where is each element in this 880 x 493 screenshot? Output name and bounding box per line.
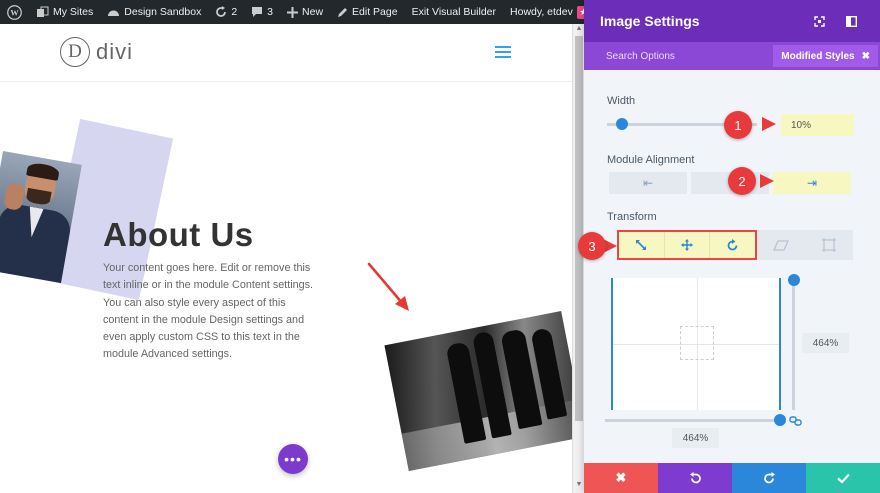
discard-button[interactable]: ✖ — [584, 463, 658, 493]
logo-wordmark: divi — [96, 39, 134, 64]
street-image[interactable] — [384, 311, 572, 471]
exit-builder-label: Exit Visual Builder — [411, 6, 497, 18]
red-arrow-annotation — [367, 262, 409, 311]
width-slider-knob[interactable] — [616, 118, 628, 130]
redo-button[interactable] — [732, 463, 806, 493]
transform-label: Transform — [607, 211, 657, 223]
pencil-icon — [338, 7, 348, 17]
check-icon — [836, 473, 850, 484]
panel-subheader: Search Options Modified Styles ✖ — [584, 42, 880, 70]
logo-mark: D — [60, 37, 90, 67]
scale-icon — [636, 240, 647, 250]
modified-styles-filter[interactable]: Modified Styles ✖ — [773, 45, 878, 67]
callout-2-tail — [760, 174, 774, 188]
new-label: New — [302, 6, 324, 18]
svg-text:W: W — [10, 8, 19, 17]
close-icon[interactable]: ✖ — [862, 51, 870, 62]
site-name-menu[interactable]: Design Sandbox — [100, 0, 208, 24]
site-name-label: Design Sandbox — [124, 6, 202, 18]
dashboard-icon — [108, 10, 120, 16]
modified-styles-label: Modified Styles — [781, 50, 855, 62]
page-content: About Us Your content goes here. Edit or… — [0, 82, 572, 493]
expand-icon — [813, 15, 825, 27]
scrollbar-thumb[interactable] — [575, 36, 583, 421]
avatar: ★ — [576, 5, 584, 19]
updates-menu[interactable]: 2 — [208, 0, 244, 24]
scale-y-knob[interactable] — [788, 274, 800, 286]
rotate-icon — [727, 238, 738, 250]
comment-icon — [252, 7, 263, 17]
move-icon — [681, 239, 693, 251]
skew-tab[interactable] — [757, 230, 805, 260]
align-left-icon: ⇤ — [642, 176, 654, 190]
scale-x-slider[interactable] — [605, 419, 780, 422]
align-right-icon: ⇥ — [806, 176, 818, 190]
scale-tab[interactable] — [619, 232, 665, 258]
dock-panel-button[interactable] — [838, 8, 864, 34]
hamburger-menu-icon[interactable] — [495, 46, 511, 58]
redo-icon — [763, 471, 775, 483]
module-alignment-label: Module Alignment — [607, 154, 695, 166]
screen: W My Sites Design Sandbox 2 3 New Edit P… — [0, 0, 880, 493]
scale-x-knob[interactable] — [774, 414, 786, 426]
scale-y-value[interactable]: 464% — [802, 333, 849, 353]
my-sites-icon — [37, 6, 49, 17]
comments-count: 3 — [267, 6, 274, 18]
account-menu[interactable]: Howdy, etdev ★ — [503, 0, 584, 24]
exit-builder-link[interactable]: Exit Visual Builder — [405, 0, 503, 24]
callout-1-tail — [762, 117, 776, 131]
my-sites-label: My Sites — [53, 6, 94, 18]
wordpress-icon: W — [7, 4, 22, 20]
wordpress-menu[interactable]: W — [0, 0, 29, 24]
panel-title: Image Settings — [600, 13, 700, 29]
close-icon: ✖ — [615, 470, 627, 485]
undo-icon — [689, 471, 701, 483]
page-scrollbar[interactable]: ▲ ▼ — [572, 24, 584, 493]
origin-icon — [822, 238, 836, 252]
skew-icon — [773, 239, 789, 251]
fullscreen-button[interactable] — [806, 8, 832, 34]
scale-x-value[interactable]: 464% — [672, 428, 719, 448]
transform-selected-group — [617, 230, 757, 260]
callout-2: 2 — [728, 167, 756, 195]
callout-1: 1 — [724, 111, 752, 139]
undo-button[interactable] — [658, 463, 732, 493]
image-settings-panel: Image Settings Search Options Modified S… — [584, 0, 880, 493]
scroll-up-icon[interactable]: ▲ — [575, 25, 583, 32]
align-right-button[interactable]: ⇥ — [773, 172, 851, 194]
width-label: Width — [607, 95, 636, 107]
about-heading[interactable]: About Us — [103, 216, 254, 254]
transform-origin-box — [680, 326, 714, 360]
panel-footer: ✖ — [584, 463, 880, 493]
link-values-icon[interactable] — [789, 413, 802, 431]
about-body-text[interactable]: Your content goes here. Edit or remove t… — [103, 260, 323, 364]
save-button[interactable] — [806, 463, 880, 493]
updates-count: 2 — [231, 6, 238, 18]
howdy-label: Howdy, etdev — [510, 6, 573, 18]
edit-page-label: Edit Page — [352, 6, 398, 18]
new-content-menu[interactable]: New — [280, 0, 330, 24]
width-value-field[interactable]: 10% — [781, 114, 854, 136]
scale-y-slider[interactable] — [792, 278, 795, 410]
site-header: D divi — [0, 24, 572, 82]
search-options-field[interactable]: Search Options — [606, 51, 773, 62]
callout-3: 3 — [578, 232, 606, 260]
scroll-down-icon[interactable]: ▼ — [575, 481, 583, 488]
panel-header: Image Settings — [584, 0, 880, 42]
admin-bar: W My Sites Design Sandbox 2 3 New Edit P… — [0, 0, 584, 24]
rotate-tab[interactable] — [710, 232, 755, 258]
translate-tab[interactable] — [665, 232, 711, 258]
plus-icon — [287, 6, 299, 18]
align-left-button[interactable]: ⇤ — [609, 172, 687, 194]
comments-menu[interactable]: 3 — [244, 0, 280, 24]
my-sites-menu[interactable]: My Sites — [29, 0, 100, 24]
sidebar-icon — [845, 15, 857, 27]
edit-page-link[interactable]: Edit Page — [330, 0, 405, 24]
updates-icon — [216, 6, 227, 17]
site-logo[interactable]: D divi — [60, 37, 133, 67]
origin-tab[interactable] — [805, 230, 853, 260]
transform-preview — [611, 278, 781, 410]
page-settings-button[interactable]: ••• — [278, 444, 308, 474]
